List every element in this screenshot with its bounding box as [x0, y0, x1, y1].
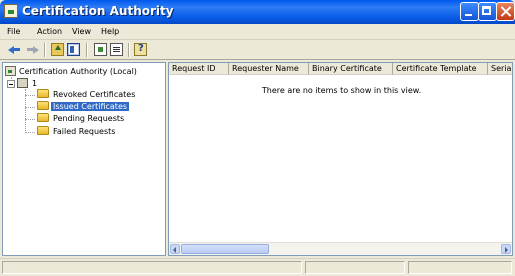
menu-help[interactable]: Help [101, 27, 119, 36]
close-button[interactable] [496, 2, 515, 21]
tree-item-label: Revoked Certificates [53, 90, 136, 99]
tree-item-revoked-certificates[interactable]: Revoked Certificates [37, 89, 137, 101]
status-panel [305, 261, 405, 274]
status-panel [408, 261, 512, 274]
toolbar [0, 40, 515, 60]
tree-item-label: Failed Requests [53, 127, 116, 136]
tree-root[interactable]: Certification Authority (Local) [5, 66, 139, 78]
folder-icon [37, 89, 49, 98]
help-icon[interactable] [134, 43, 147, 56]
folder-icon [37, 101, 49, 110]
column-header-binary-certificate[interactable]: Binary Certificate [309, 63, 393, 75]
empty-list-message: There are no items to show in this view. [261, 86, 422, 95]
column-header-certificate-template[interactable]: Certificate Template [393, 63, 488, 75]
tree-item-label: Issued Certificates [51, 102, 130, 111]
minimize-button[interactable] [460, 2, 479, 21]
folder-icon [37, 126, 49, 135]
menu-file[interactable]: File [7, 27, 20, 36]
console-tree[interactable]: Certification Authority (Local) 1 Revoke… [2, 62, 166, 256]
certificate-authority-icon [5, 66, 16, 76]
tree-connector [25, 95, 35, 96]
tree-item-failed-requests[interactable]: Failed Requests [37, 126, 117, 138]
menu-bar: File Action View Help [0, 24, 515, 40]
maximize-button[interactable] [478, 2, 497, 21]
window-title: Certification Authority [22, 4, 174, 18]
tree-server-label: 1 [32, 79, 38, 88]
scroll-right-icon[interactable] [501, 244, 511, 254]
column-header-requester-name[interactable]: Requester Name [229, 63, 309, 75]
properties-icon[interactable] [110, 43, 123, 56]
tree-root-label: Certification Authority (Local) [19, 67, 137, 76]
tree-item-issued-certificates[interactable]: Issued Certificates [37, 101, 130, 113]
collapse-toggle[interactable] [7, 80, 15, 88]
back-arrow-icon[interactable] [8, 43, 21, 56]
tree-server-node[interactable]: 1 [17, 78, 39, 90]
column-header-request-id[interactable]: Request ID [169, 63, 229, 75]
column-header-serial[interactable]: Serial [488, 63, 512, 75]
show-hide-tree-icon[interactable] [67, 43, 80, 56]
status-bar [0, 258, 515, 276]
toolbar-separator [44, 43, 46, 57]
menu-action[interactable]: Action [37, 27, 62, 36]
title-bar[interactable]: Certification Authority [0, 0, 515, 24]
up-folder-icon[interactable] [51, 43, 64, 56]
tree-item-label: Pending Requests [53, 114, 125, 123]
status-panel [2, 261, 302, 274]
horizontal-scrollbar[interactable] [169, 242, 512, 255]
results-list[interactable]: Request ID Requester Name Binary Certifi… [168, 62, 513, 256]
folder-icon [37, 113, 49, 122]
scrollbar-thumb[interactable] [181, 244, 269, 254]
menu-view[interactable]: View [72, 27, 91, 36]
certificate-authority-icon [4, 4, 18, 18]
tree-item-pending-requests[interactable]: Pending Requests [37, 113, 126, 125]
tree-connector [25, 119, 35, 120]
scroll-left-icon[interactable] [170, 244, 180, 254]
forward-arrow-icon[interactable] [26, 43, 39, 56]
tree-connector [25, 132, 35, 133]
export-list-icon[interactable] [94, 43, 107, 56]
tree-connector [25, 107, 35, 108]
toolbar-separator [128, 43, 130, 57]
toolbar-separator [86, 43, 88, 57]
server-icon [17, 78, 28, 88]
